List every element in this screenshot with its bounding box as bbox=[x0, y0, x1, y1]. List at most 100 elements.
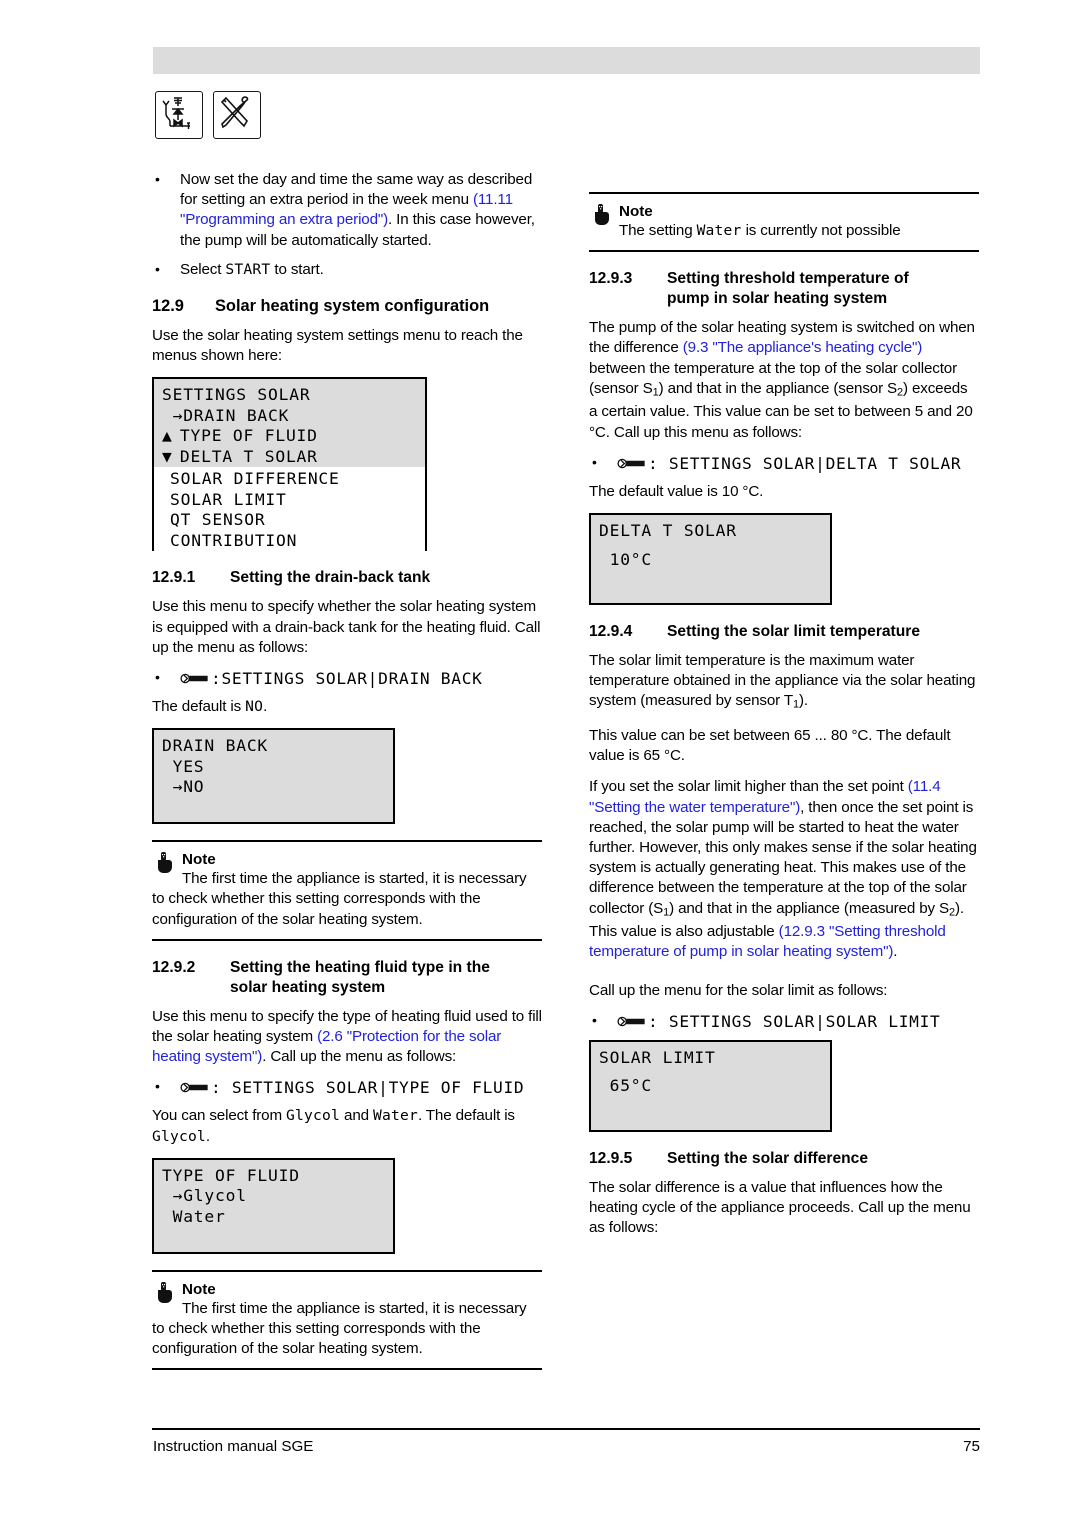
option-water: Water bbox=[373, 1107, 418, 1125]
device-label-water: Water bbox=[696, 222, 742, 239]
heading-12-9-1: 12.9.1 Setting the drain-back tank bbox=[152, 568, 542, 588]
heading-title: Setting the solar difference bbox=[667, 1149, 869, 1167]
pointing-hand-icon bbox=[154, 851, 176, 875]
heading-title: Solar heating system configuration bbox=[215, 297, 490, 316]
wrench-icon bbox=[617, 457, 647, 470]
lcd-row-value: 10°C bbox=[599, 549, 653, 569]
menu-path-bullet-type-of-fluid: : SETTINGS SOLAR|TYPE OF FLUID bbox=[152, 1078, 542, 1098]
bullet-select-start: Select START to start. bbox=[152, 259, 542, 280]
heading-12-9-4: 12.9.4 Setting the solar limit temperatu… bbox=[589, 622, 979, 642]
bullet-set-day-time: Now set the day and time the same way as… bbox=[152, 169, 542, 251]
note-text: The first time the appliance is started,… bbox=[152, 1299, 527, 1358]
lcd-delta-t-solar: DELTA T SOLAR 10°C bbox=[589, 513, 832, 606]
lcd-row-water: Water bbox=[162, 1206, 226, 1226]
note-text: The first time the appliance is started,… bbox=[152, 870, 527, 928]
lcd-row-no-selected: →NO bbox=[162, 777, 205, 797]
section-12-9-4-para-3: If you set the solar limit higher than t… bbox=[589, 778, 977, 961]
left-column: Now set the day and time the same way as… bbox=[152, 169, 542, 1384]
header-bar bbox=[153, 47, 980, 74]
lcd-row-solar-limit: SOLAR LIMIT bbox=[170, 489, 287, 509]
lcd-row-glycol-selected: →Glycol bbox=[162, 1186, 247, 1206]
option-glycol: Glycol bbox=[286, 1107, 340, 1125]
section-12-9-5-para: The solar difference is a value that inf… bbox=[589, 1178, 971, 1237]
heading-number: 12.9.4 bbox=[589, 623, 633, 641]
lcd-row-qt-sensor: QT SENSOR bbox=[170, 510, 266, 530]
scroll-down-indicator-icon: ▼ bbox=[162, 446, 173, 466]
bullet-text-pre: Select bbox=[180, 260, 226, 278]
section-12-9-2-para: Use this menu to specify the type of hea… bbox=[152, 1007, 542, 1066]
pointing-hand-icon bbox=[591, 203, 613, 227]
section-12-9-4-call-up: Call up the menu for the solar limit as … bbox=[589, 981, 888, 999]
lcd-row-title: SETTINGS SOLAR bbox=[162, 385, 311, 405]
lcd-row-solar-difference: SOLAR DIFFERENCE bbox=[170, 469, 340, 489]
lcd-row-delta-t-solar: ▼ DELTA T SOLAR bbox=[162, 446, 318, 466]
heading-title: Setting the solar limit temperature bbox=[667, 623, 921, 641]
note-title: Note bbox=[182, 851, 216, 869]
intro-bullet-list: Now set the day and time the same way as… bbox=[152, 169, 542, 280]
lcd-solar-limit: SOLAR LIMIT 65°C bbox=[589, 1039, 832, 1132]
note-title: Note bbox=[619, 203, 653, 220]
lcd-row-title: TYPE OF FLUID bbox=[162, 1165, 300, 1185]
wrench-icon bbox=[180, 1081, 210, 1094]
note-block-drain-back: Note The first time the appliance is sta… bbox=[152, 840, 542, 941]
cross-reference-link-9-3[interactable]: (9.3 "The appliance's heating cycle") bbox=[683, 339, 923, 356]
lcd-row-title: SOLAR LIMIT bbox=[599, 1047, 716, 1067]
lcd-row-type-of-fluid: ▲ TYPE OF FLUID bbox=[162, 426, 318, 446]
lcd-row-spacer bbox=[599, 1068, 822, 1076]
footer-rule bbox=[152, 1428, 980, 1430]
section-12-9-1-default: The default is NO. bbox=[152, 698, 268, 716]
heading-12-9-5: 12.9.5 Setting the solar difference bbox=[589, 1149, 979, 1169]
menu-path-text: : SETTINGS SOLAR|TYPE OF FLUID bbox=[211, 1078, 525, 1098]
heading-title: Setting the heating fluid type in the sol… bbox=[230, 958, 490, 996]
note-text: The setting Water is currently not possi… bbox=[619, 222, 901, 239]
lcd-continuation-list: SOLAR DIFFERENCE SOLAR LIMIT QT SENSOR C… bbox=[154, 467, 425, 558]
section-12-9-4-para-1: The solar limit temperature is the maxim… bbox=[589, 652, 976, 711]
menu-path-text: :SETTINGS SOLAR|DRAIN BACK bbox=[211, 669, 483, 689]
heading-number: 12.9.2 bbox=[152, 958, 196, 976]
heading-12-9-3: 12.9.3 Setting threshold temperature of p… bbox=[589, 269, 979, 309]
menu-path-bullet-drain-back: :SETTINGS SOLAR|DRAIN BACK bbox=[152, 669, 542, 689]
crossed-tools-icon bbox=[213, 91, 261, 139]
section-12-9-3-para: The pump of the solar heating system is … bbox=[589, 319, 975, 441]
menu-path-text: : SETTINGS SOLAR|DELTA T SOLAR bbox=[648, 453, 962, 473]
default-value: NO bbox=[245, 698, 264, 716]
lcd-row-spacer bbox=[599, 542, 822, 550]
lcd-drain-back: DRAIN BACK YES →NO bbox=[152, 728, 395, 825]
right-column: Note The setting Water is currently not … bbox=[589, 170, 979, 1250]
lcd-row-drain-back: →DRAIN BACK bbox=[162, 405, 290, 425]
heading-number: 12.9.5 bbox=[589, 1149, 633, 1167]
section-12-9-3-default: The default value is 10 °C. bbox=[589, 482, 764, 500]
lcd-settings-solar-menu: SETTINGS SOLAR →DRAIN BACK ▲ TYPE OF FLUI… bbox=[152, 377, 427, 558]
section-12-9-2-select: You can select from Glycol and Water. Th… bbox=[152, 1107, 515, 1145]
lcd-row-yes: YES bbox=[162, 756, 205, 776]
section-12-9-4-para-2: This value can be set between 65 ... 80 … bbox=[589, 727, 951, 765]
menu-path-bullet-delta-t-solar: : SETTINGS SOLAR|DELTA T SOLAR bbox=[589, 454, 979, 474]
heading-number: 12.9.3 bbox=[589, 270, 633, 288]
footer-manual-title: Instruction manual SGE bbox=[153, 1438, 314, 1455]
device-label-start: START bbox=[225, 260, 271, 278]
note-block-water-not-possible: Note The setting Water is currently not … bbox=[589, 192, 979, 253]
note-title: Note bbox=[182, 1280, 216, 1298]
menu-path-text: : SETTINGS SOLAR|SOLAR LIMIT bbox=[648, 1011, 941, 1031]
section-12-9-intro: Use the solar heating system settings me… bbox=[152, 327, 523, 365]
menu-path-bullet-solar-limit: : SETTINGS SOLAR|SOLAR LIMIT bbox=[589, 1012, 979, 1032]
lcd-row-title: DELTA T SOLAR bbox=[599, 521, 737, 541]
heading-12-9: 12.9 Solar heating system configuration bbox=[152, 296, 542, 317]
heading-title: Setting threshold temperature of pump in … bbox=[667, 270, 909, 308]
heading-title: Setting the drain-back tank bbox=[230, 569, 431, 587]
header-icon-row bbox=[155, 91, 261, 139]
heading-12-9-2: 12.9.2 Setting the heating fluid type in… bbox=[152, 958, 542, 998]
wrench-icon bbox=[617, 1015, 647, 1028]
heading-number: 12.9 bbox=[152, 297, 184, 316]
lcd-row-contribution: CONTRIBUTION bbox=[170, 530, 298, 550]
lcd-row-value: 65°C bbox=[599, 1076, 653, 1096]
footer-page-number: 75 bbox=[963, 1438, 980, 1455]
note-block-type-of-fluid: Note The first time the appliance is sta… bbox=[152, 1269, 542, 1371]
lcd-type-of-fluid: TYPE OF FLUID →Glycol Water bbox=[152, 1157, 395, 1254]
hydraulic-valve-schematic-icon bbox=[155, 91, 203, 139]
default-value: Glycol bbox=[152, 1127, 206, 1145]
page: Now set the day and time the same way as… bbox=[0, 0, 1080, 1528]
scroll-up-indicator-icon: ▲ bbox=[162, 426, 173, 446]
bullet-text-post: to start. bbox=[270, 260, 324, 278]
wrench-icon bbox=[180, 672, 210, 685]
